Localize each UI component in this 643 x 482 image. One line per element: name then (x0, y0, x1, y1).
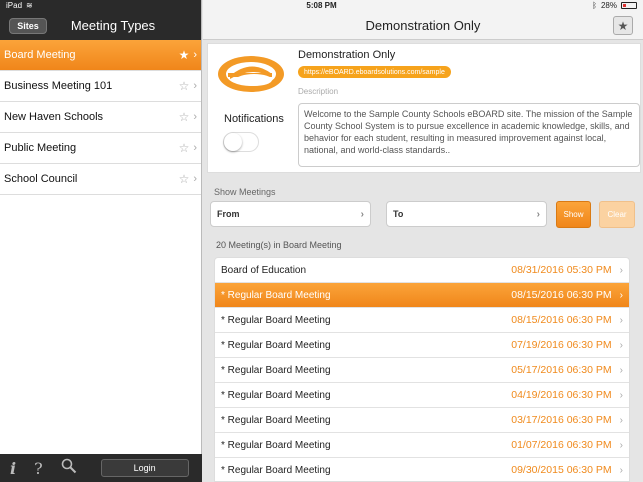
meeting-row[interactable]: * Regular Board Meeting 08/15/2016 06:30 … (215, 283, 629, 308)
chevron-right-icon: › (193, 142, 197, 154)
meeting-name: * Regular Board Meeting (221, 414, 331, 426)
star-outline-icon[interactable]: ☆ (179, 141, 190, 155)
meeting-row[interactable]: * Regular Board Meeting 05/17/2016 06:30 … (215, 358, 629, 383)
meeting-type-label: Public Meeting (4, 142, 77, 154)
meeting-name: * Regular Board Meeting (221, 364, 331, 376)
site-title: Demonstration Only (365, 18, 481, 33)
clock: 5:08 PM (306, 1, 337, 10)
description-label: Description (298, 87, 339, 96)
meeting-row[interactable]: * Regular Board Meeting 03/17/2016 06:30 … (215, 408, 629, 433)
meeting-name: * Regular Board Meeting (221, 464, 331, 476)
clear-button[interactable]: Clear (599, 201, 635, 228)
chevron-right-icon: › (193, 111, 197, 123)
chevron-right-icon: › (360, 208, 364, 220)
chevron-right-icon: › (193, 173, 197, 185)
meeting-row[interactable]: * Regular Board Meeting 08/15/2016 06:30 … (215, 308, 629, 333)
chevron-right-icon: › (619, 314, 623, 326)
meeting-date: 01/07/2016 06:30 PM (511, 439, 612, 451)
meeting-type-item[interactable]: Business Meeting 101 ☆ › (0, 71, 201, 102)
meeting-type-label: Business Meeting 101 (4, 80, 113, 92)
to-label: To (393, 209, 404, 219)
chevron-right-icon: › (619, 339, 623, 351)
meeting-name: Board of Education (221, 264, 307, 276)
meeting-name: * Regular Board Meeting (221, 289, 331, 301)
site-url-link[interactable]: https://eBOARD.eboardsolutions.com/sampl… (298, 66, 451, 78)
toggle-knob (224, 133, 242, 151)
meeting-type-item[interactable]: Public Meeting ☆ › (0, 133, 201, 164)
meeting-types-title: Meeting Types (70, 18, 156, 33)
from-label: From (217, 209, 240, 219)
help-icon[interactable]: ? (34, 459, 43, 478)
site-name: Demonstration Only (298, 49, 396, 61)
chevron-right-icon: › (619, 264, 623, 276)
description-text: Welcome to the Sample County Schools eBO… (298, 103, 640, 167)
meeting-types-panel: Sites Meeting Types Board Meeting ★ › Busin… (0, 0, 202, 482)
show-button[interactable]: Show (556, 201, 591, 228)
eboard-logo (210, 46, 292, 102)
star-outline-icon[interactable]: ☆ (179, 79, 190, 93)
meeting-row[interactable]: * Regular Board Meeting 04/19/2016 06:30 … (215, 383, 629, 408)
meeting-type-item[interactable]: Board Meeting ★ › (0, 40, 201, 71)
favorite-star-button[interactable]: ★ (613, 16, 633, 35)
chevron-right-icon: › (619, 414, 623, 426)
chevron-right-icon: › (619, 464, 623, 476)
status-bar: iPad ≋ 5:08 PM ᛒ 28% (0, 0, 643, 11)
info-icon[interactable]: i (10, 459, 16, 478)
meeting-date: 07/19/2016 06:30 PM (511, 339, 612, 351)
chevron-right-icon: › (619, 439, 623, 451)
meeting-name: * Regular Board Meeting (221, 389, 331, 401)
login-button[interactable]: Login (100, 459, 189, 477)
chevron-right-icon: › (536, 208, 540, 220)
site-info-card: Demonstration Only https://eBOARD.eboard… (207, 43, 641, 173)
star-outline-icon[interactable]: ☆ (179, 172, 190, 186)
show-meetings-label: Show Meetings (214, 187, 276, 197)
meeting-date: 08/31/2016 05:30 PM (511, 264, 612, 276)
star-filled-icon[interactable]: ★ (179, 48, 190, 62)
meeting-row[interactable]: Board of Education 08/31/2016 05:30 PM › (215, 258, 629, 283)
star-outline-icon[interactable]: ☆ (179, 110, 190, 124)
chevron-right-icon: › (619, 364, 623, 376)
chevron-right-icon: › (193, 49, 197, 61)
meeting-date: 08/15/2016 06:30 PM (511, 289, 612, 301)
chevron-right-icon: › (619, 389, 623, 401)
meeting-date: 05/17/2016 06:30 PM (511, 364, 612, 376)
battery-icon (621, 2, 637, 9)
detail-panel: Demonstration Only ★ Demonstration Only … (203, 0, 643, 482)
meeting-row[interactable]: * Regular Board Meeting 01/07/2016 06:30 … (215, 433, 629, 458)
meeting-types-list: Board Meeting ★ › Business Meeting 101 ☆ › New… (0, 40, 201, 195)
meeting-date: 08/15/2016 06:30 PM (511, 314, 612, 326)
meeting-date: 09/30/2015 06:30 PM (511, 464, 612, 476)
left-footer: i ? Login (0, 454, 202, 482)
meeting-row[interactable]: * Regular Board Meeting 07/19/2016 06:30 … (215, 333, 629, 358)
meeting-type-label: New Haven Schools (4, 111, 104, 123)
from-date-button[interactable]: From › (210, 201, 371, 227)
meeting-row[interactable]: * Regular Board Meeting 09/30/2015 06:30 … (215, 458, 629, 481)
sites-button[interactable]: Sites (9, 18, 47, 34)
meeting-type-label: Board Meeting (4, 49, 76, 61)
chevron-right-icon: › (619, 289, 623, 301)
meeting-type-label: School Council (4, 173, 78, 185)
meeting-type-item[interactable]: New Haven Schools ☆ › (0, 102, 201, 133)
search-icon[interactable] (61, 458, 77, 479)
meetings-list: Board of Education 08/31/2016 05:30 PM › * … (214, 257, 630, 482)
meeting-name: * Regular Board Meeting (221, 314, 331, 326)
meeting-date: 03/17/2016 06:30 PM (511, 414, 612, 426)
meeting-count-label: 20 Meeting(s) in Board Meeting (216, 240, 342, 250)
notifications-label: Notifications (224, 113, 284, 125)
meeting-date: 04/19/2016 06:30 PM (511, 389, 612, 401)
chevron-right-icon: › (193, 80, 197, 92)
to-date-button[interactable]: To › (386, 201, 547, 227)
notifications-toggle[interactable] (223, 132, 259, 152)
meeting-type-item[interactable]: School Council ☆ › (0, 164, 201, 195)
meeting-name: * Regular Board Meeting (221, 339, 331, 351)
meeting-name: * Regular Board Meeting (221, 439, 331, 451)
